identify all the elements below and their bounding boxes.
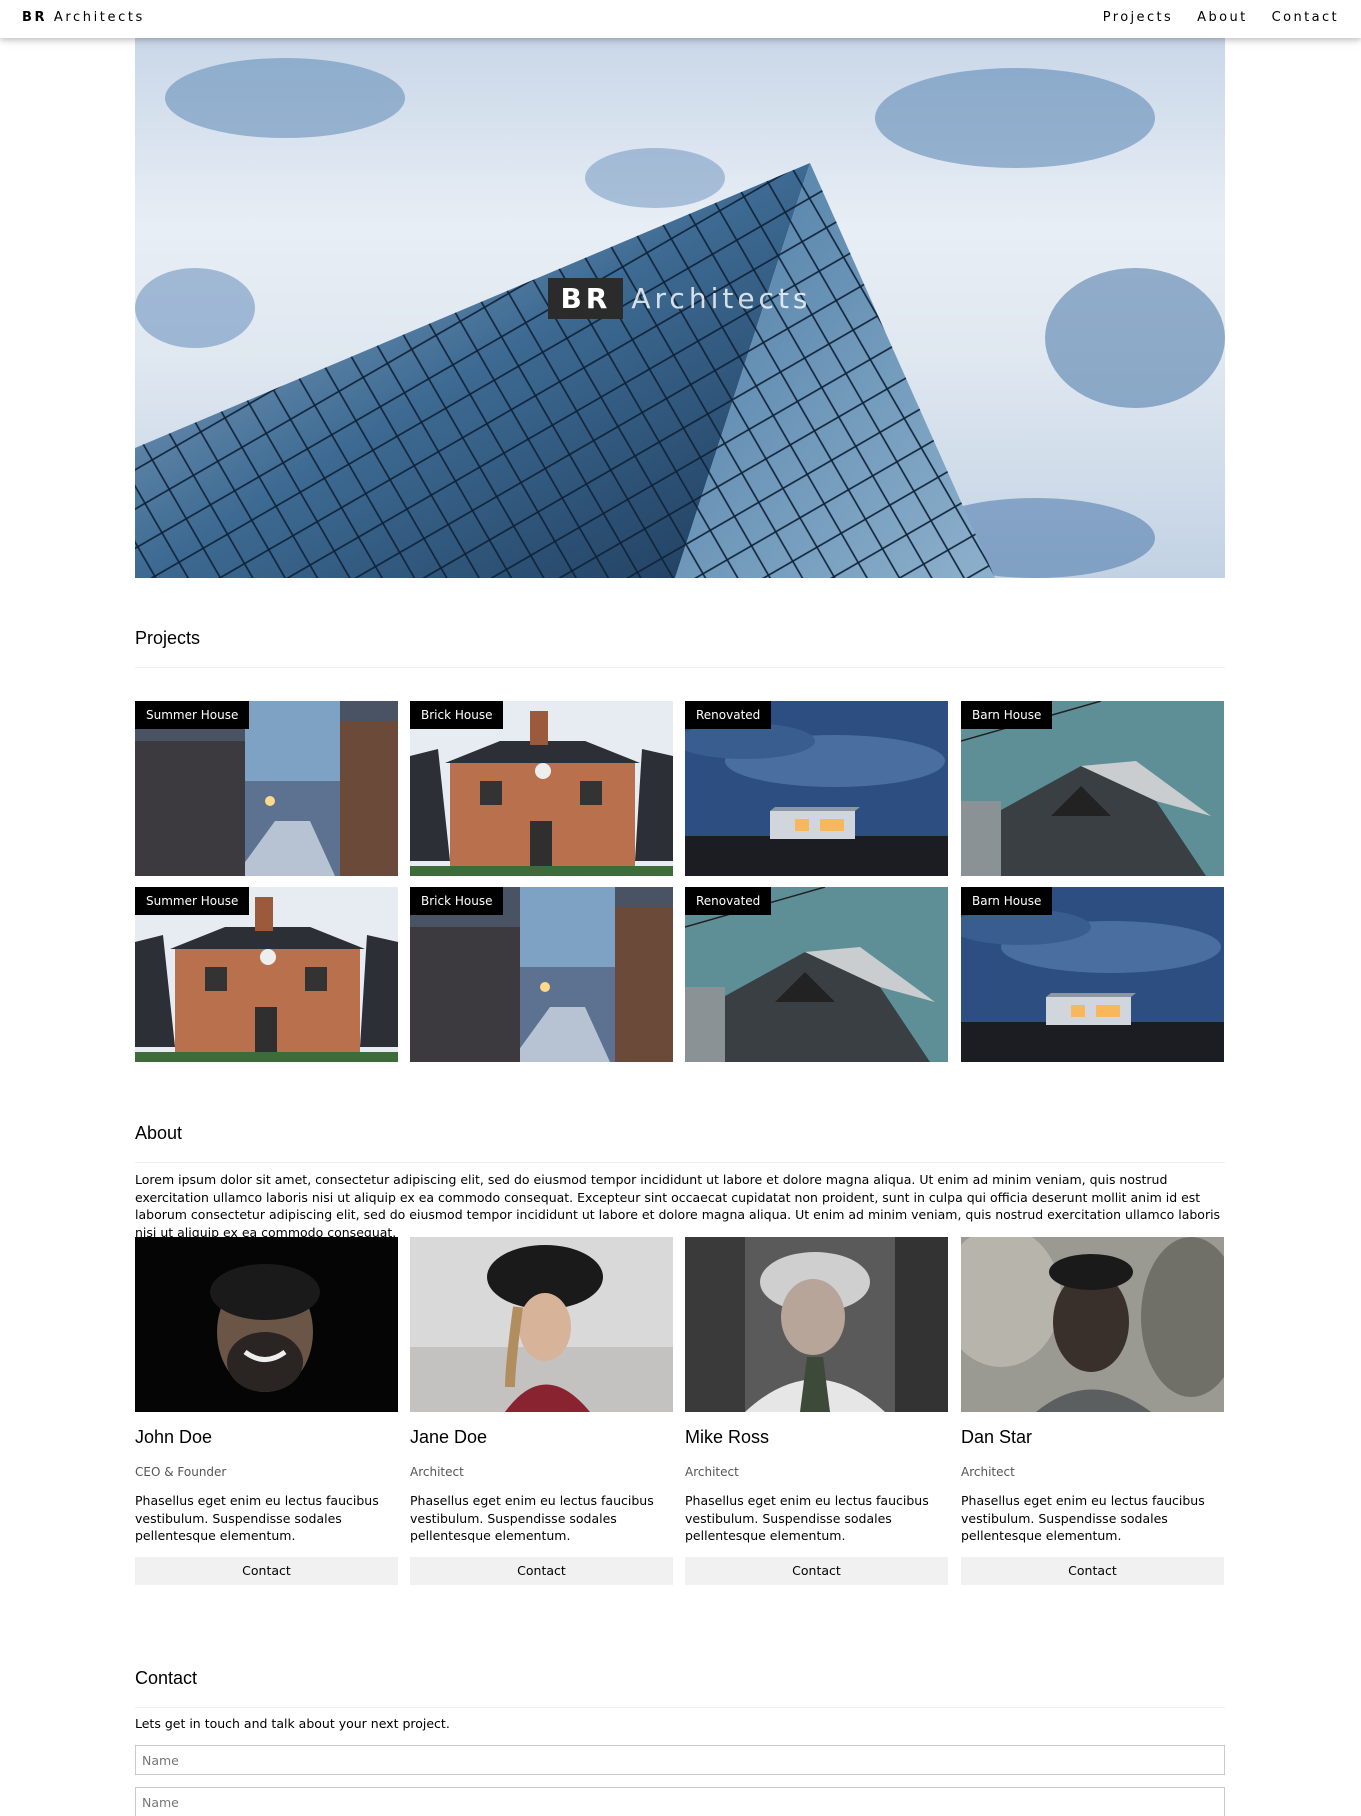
nav-links: Projects About Contact xyxy=(1103,10,1339,25)
contact-button[interactable]: Contact xyxy=(410,1556,673,1585)
contact-intro: Lets get in touch and talk about your ne… xyxy=(135,1716,450,1731)
project-tile[interactable]: Renovated xyxy=(685,887,948,1062)
project-label: Renovated xyxy=(685,701,772,729)
project-tile[interactable]: Renovated xyxy=(685,701,948,876)
contact-button[interactable]: Contact xyxy=(961,1556,1224,1585)
nav-link-projects[interactable]: Projects xyxy=(1103,10,1173,25)
team-bio: Phasellus eget enim eu lectus faucibus v… xyxy=(410,1493,654,1543)
team-card: Mike Ross Architect Phasellus eget enim … xyxy=(685,1237,948,1585)
portrait-image xyxy=(410,1237,673,1412)
project-label: Brick House xyxy=(410,701,504,729)
hero-title: BR Architects xyxy=(135,278,1225,319)
project-tile[interactable]: Brick House xyxy=(410,701,673,876)
team-name: Mike Ross xyxy=(685,1427,770,1447)
project-label: Summer House xyxy=(135,887,250,915)
team-photo xyxy=(410,1237,673,1412)
project-label: Barn House xyxy=(961,887,1053,915)
portrait-image xyxy=(961,1237,1224,1412)
team-role: Architect xyxy=(685,1465,739,1479)
hero-title-text: Architects xyxy=(631,282,812,315)
project-tile[interactable]: Brick House xyxy=(410,887,673,1062)
project-tile[interactable]: Summer House xyxy=(135,887,398,1062)
team-photo xyxy=(961,1237,1224,1412)
projects-heading: Projects xyxy=(135,628,1225,668)
team-role: CEO & Founder xyxy=(135,1465,227,1479)
project-tile[interactable]: Barn House xyxy=(961,887,1224,1062)
contact-button[interactable]: Contact xyxy=(135,1556,398,1585)
project-label: Summer House xyxy=(135,701,250,729)
hero-title-bold: BR xyxy=(548,278,624,319)
project-tile[interactable]: Summer House xyxy=(135,701,398,876)
project-tile[interactable]: Barn House xyxy=(961,701,1224,876)
team-role: Architect xyxy=(961,1465,1015,1479)
team-card: Dan Star Architect Phasellus eget enim e… xyxy=(961,1237,1224,1585)
hero-banner: BR Architects xyxy=(135,38,1225,578)
team-bio: Phasellus eget enim eu lectus faucibus v… xyxy=(961,1493,1205,1543)
name-input-2[interactable] xyxy=(135,1787,1225,1816)
brand-bold: BR xyxy=(22,10,48,25)
brand-link[interactable]: BR Architects xyxy=(22,10,145,25)
about-heading: About xyxy=(135,1123,1225,1163)
contact-heading: Contact xyxy=(135,1668,1225,1708)
project-label: Renovated xyxy=(685,887,772,915)
team-bio: Phasellus eget enim eu lectus faucibus v… xyxy=(135,1493,379,1543)
team-name: Jane Doe xyxy=(410,1427,488,1447)
nav-link-contact[interactable]: Contact xyxy=(1272,10,1339,25)
team-bio: Phasellus eget enim eu lectus faucibus v… xyxy=(685,1493,929,1543)
top-navigation: BR Architects Projects About Contact xyxy=(0,0,1361,38)
team-photo xyxy=(135,1237,398,1412)
nav-link-about[interactable]: About xyxy=(1197,10,1247,25)
team-name: John Doe xyxy=(135,1427,213,1447)
team-name: Dan Star xyxy=(961,1427,1033,1447)
team-photo xyxy=(685,1237,948,1412)
project-label: Brick House xyxy=(410,887,504,915)
team-card: Jane Doe Architect Phasellus eget enim e… xyxy=(410,1237,673,1585)
portrait-image xyxy=(135,1237,398,1412)
name-input[interactable] xyxy=(135,1745,1225,1775)
team-role: Architect xyxy=(410,1465,464,1479)
project-label: Barn House xyxy=(961,701,1053,729)
team-card: John Doe CEO & Founder Phasellus eget en… xyxy=(135,1237,398,1585)
contact-button[interactable]: Contact xyxy=(685,1556,948,1585)
about-text: Lorem ipsum dolor sit amet, consectetur … xyxy=(135,1172,1221,1240)
brand-text: Architects xyxy=(53,10,145,25)
portrait-image xyxy=(685,1237,948,1412)
